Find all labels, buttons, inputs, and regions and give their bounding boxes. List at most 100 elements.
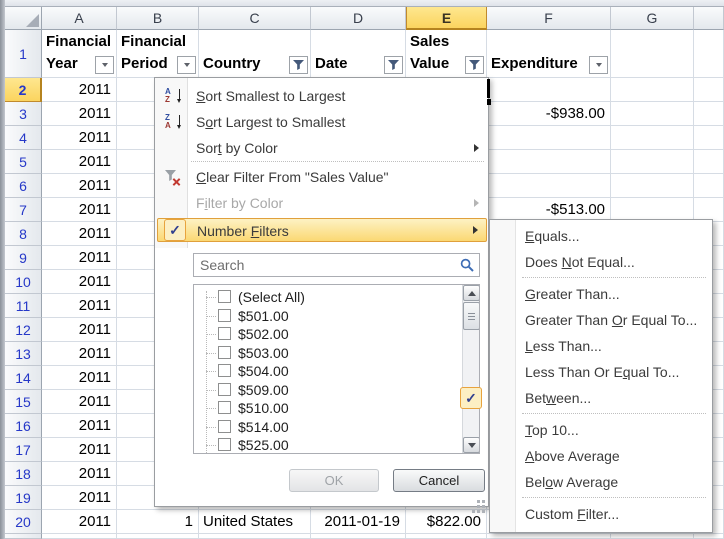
header-cell-c1[interactable]: Country (199, 30, 311, 78)
column-header-g[interactable]: G (611, 7, 694, 30)
cell-D21[interactable] (311, 534, 406, 539)
filter-value-row[interactable]: (Select All) (194, 288, 444, 306)
filter-applied-button[interactable] (289, 56, 308, 74)
filter-value-row[interactable]: $509.00 (194, 381, 444, 399)
column-header-partial[interactable] (694, 7, 724, 30)
row-header-14[interactable]: 14 (5, 366, 42, 390)
submenu-item-equals[interactable]: Equals... (491, 223, 711, 249)
cell-A20[interactable]: 2011 (42, 510, 117, 534)
row-header-13[interactable]: 13 (5, 342, 42, 366)
filter-dropdown-button[interactable] (177, 56, 196, 74)
cell-F4[interactable] (487, 126, 611, 150)
row-header-18[interactable]: 18 (5, 462, 42, 486)
cell-h21[interactable] (694, 534, 724, 539)
cell-h6[interactable] (694, 174, 724, 198)
cancel-button[interactable]: Cancel (393, 469, 485, 492)
cell-F3[interactable]: -$938.00 (487, 102, 611, 126)
header-cell-d1[interactable]: Date (311, 30, 406, 78)
submenu-item-greater-than[interactable]: Greater Than... (491, 281, 711, 307)
cell-F6[interactable] (487, 174, 611, 198)
row-header-19[interactable]: 19 (5, 486, 42, 510)
cell-E21[interactable] (406, 534, 487, 539)
submenu-item-less-than-or-equal-to[interactable]: Less Than Or Equal To... (491, 359, 711, 385)
row-header-11[interactable]: 11 (5, 294, 42, 318)
submenu-item-greater-than-or-equal-to[interactable]: Greater Than Or Equal To... (491, 307, 711, 333)
submenu-item-top-10[interactable]: Top 10... (491, 417, 711, 443)
header-cell-b1[interactable]: FinancialPeriod (117, 30, 199, 78)
fill-handle[interactable] (487, 99, 491, 105)
submenu-item-below-average[interactable]: Below Average (491, 469, 711, 495)
cell-F21[interactable] (487, 534, 611, 539)
cell-A2[interactable]: 2011 (42, 78, 117, 102)
row-header-7[interactable]: 7 (5, 198, 42, 222)
filter-value-row[interactable]: $503.00 (194, 344, 444, 362)
row-header-8[interactable]: 8 (5, 222, 42, 246)
cell-E20[interactable]: $822.00 (406, 510, 487, 534)
cell-A11[interactable]: 2011 (42, 294, 117, 318)
filter-value-checkbox[interactable] (218, 383, 231, 396)
cell-C21[interactable] (199, 534, 311, 539)
submenu-item-less-than[interactable]: Less Than... (491, 333, 711, 359)
cell-A21[interactable] (42, 534, 117, 539)
row-header-6[interactable]: 6 (5, 174, 42, 198)
search-input[interactable] (194, 254, 479, 276)
cell-G4[interactable] (611, 126, 694, 150)
cell-A14[interactable]: 2011 (42, 366, 117, 390)
cell-G6[interactable] (611, 174, 694, 198)
cell-A9[interactable]: 2011 (42, 246, 117, 270)
cell-A15[interactable]: 2011 (42, 390, 117, 414)
column-header-b[interactable]: B (117, 7, 199, 30)
row-header-5[interactable]: 5 (5, 150, 42, 174)
cell-A4[interactable]: 2011 (42, 126, 117, 150)
scroll-down-button[interactable] (463, 437, 480, 453)
cell-A16[interactable]: 2011 (42, 414, 117, 438)
filter-value-row[interactable]: $525.00 (194, 436, 444, 454)
scrollbar-thumb[interactable] (463, 302, 480, 330)
menu-item-clear-filter[interactable]: Clear Filter From "Sales Value" (157, 166, 487, 188)
filter-value-checkbox[interactable] (218, 438, 231, 451)
column-header-f[interactable]: F (487, 7, 611, 30)
row-header-3[interactable]: 3 (5, 102, 42, 126)
filter-value-checkbox[interactable] (218, 290, 231, 303)
row-header-12[interactable]: 12 (5, 318, 42, 342)
cell-h4[interactable] (694, 126, 724, 150)
header-cell-f1[interactable]: Expenditure (487, 30, 611, 78)
header-cell-partial[interactable] (694, 30, 724, 78)
filter-value-row[interactable]: $504.00 (194, 362, 444, 380)
cell-h2[interactable] (694, 78, 724, 102)
row-header-16[interactable]: 16 (5, 414, 42, 438)
cell-A5[interactable]: 2011 (42, 150, 117, 174)
row-header-9[interactable]: 9 (5, 246, 42, 270)
cell-G21[interactable] (611, 534, 694, 539)
filter-value-checkbox[interactable] (218, 309, 231, 322)
menu-item-sort-largest-to-smallest[interactable]: ZASort Largest to Smallest (157, 111, 487, 133)
cell-A7[interactable]: 2011 (42, 198, 117, 222)
cell-A10[interactable]: 2011 (42, 270, 117, 294)
cell-A12[interactable]: 2011 (42, 318, 117, 342)
row-header-1[interactable]: 1 (5, 30, 42, 78)
submenu-item-above-average[interactable]: Above Average (491, 443, 711, 469)
row-header-2[interactable]: 2 (5, 78, 42, 102)
column-header-c[interactable]: C (199, 7, 311, 30)
cell-G5[interactable] (611, 150, 694, 174)
filter-applied-button[interactable] (465, 56, 484, 74)
column-header-d[interactable]: D (311, 7, 406, 30)
cell-B21[interactable] (117, 534, 199, 539)
filter-value-row[interactable]: $502.00 (194, 325, 444, 343)
header-cell-g1[interactable] (611, 30, 694, 78)
header-cell-a1[interactable]: FinancialYear (42, 30, 117, 78)
row-header-20[interactable]: 20 (5, 510, 42, 534)
listbox-scrollbar[interactable] (462, 285, 479, 453)
cell-A19[interactable]: 2011 (42, 486, 117, 510)
row-header-15[interactable]: 15 (5, 390, 42, 414)
cell-A17[interactable]: 2011 (42, 438, 117, 462)
cell-B20[interactable]: 1 (117, 510, 199, 534)
row-header-10[interactable]: 10 (5, 270, 42, 294)
filter-applied-button[interactable] (384, 56, 403, 74)
filter-value-row[interactable]: $514.00 (194, 418, 444, 436)
row-header-4[interactable]: 4 (5, 126, 42, 150)
cell-h3[interactable] (694, 102, 724, 126)
row-header-17[interactable]: 17 (5, 438, 42, 462)
scroll-up-button[interactable] (463, 285, 480, 301)
cell-A18[interactable]: 2011 (42, 462, 117, 486)
